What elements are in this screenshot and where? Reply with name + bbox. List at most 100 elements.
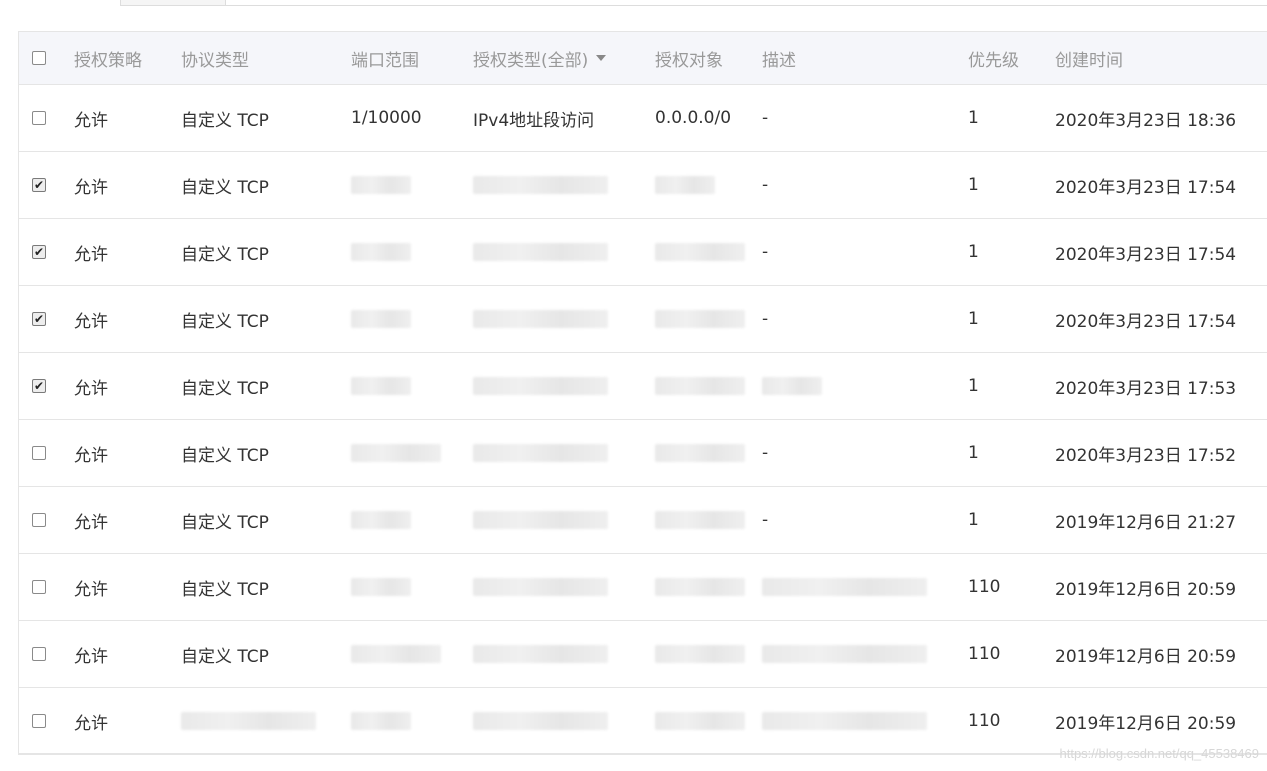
cell-auth-type [473,688,608,754]
cell-priority: 1 [968,443,979,463]
table-row: 允许 自定义 TCP - 1 2020年3月23日 17:52 [19,420,1267,487]
cell-auth-object [655,286,745,352]
header-priority: 优先级 [968,50,1019,71]
redacted-content [655,176,715,194]
redacted-content [473,310,608,328]
redacted-content [351,176,411,194]
tab-inactive[interactable] [121,0,226,6]
cell-auth-object [655,420,745,486]
redacted-content [351,377,411,395]
row-checkbox[interactable] [32,446,46,460]
row-checkbox[interactable] [32,714,46,728]
redacted-content [351,578,411,596]
redacted-content [181,712,316,730]
cell-priority: 1 [968,108,979,128]
caret-down-icon[interactable] [596,55,607,61]
checkmark-icon: ✔ [33,178,45,192]
cell-auth-object [655,353,745,419]
redacted-content [473,511,608,529]
header-auth-type-label: 授权类型(全部) [473,50,589,71]
cell-protocol: 自定义 TCP [181,445,269,466]
cell-auth-type: IPv4地址段访问 [473,110,595,131]
tab-strip [0,0,1267,6]
cell-priority: 110 [968,711,1001,731]
table-row: 允许 自定义 TCP 1/10000 IPv4地址段访问 0.0.0.0/0 - 1 2020… [19,85,1267,152]
cell-created-time: 2020年3月23日 17:52 [1055,445,1237,466]
header-auth-type-filter[interactable]: 授权类型(全部) [473,32,607,84]
header-auth-object: 授权对象 [655,50,723,71]
row-select-cell: ✔ [32,219,46,285]
cell-description [762,554,927,620]
cell-created-time: 2019年12月6日 21:27 [1055,512,1237,533]
cell-description [762,621,927,687]
cell-protocol: 自定义 TCP [181,244,269,265]
cell-protocol: 自定义 TCP [181,512,269,533]
row-checkbox[interactable] [32,580,46,594]
table-row: ✔ 允许 自定义 TCP - 1 2020年3月23日 17:54 [19,152,1267,219]
redacted-content [473,645,608,663]
row-checkbox[interactable]: ✔ [32,245,46,259]
tab-active[interactable] [18,0,121,6]
cell-created-time: 2020年3月23日 17:53 [1055,378,1237,399]
cell-created-time: 2020年3月23日 17:54 [1055,177,1237,198]
cell-auth-object [655,554,745,620]
cell-auth-object [655,152,715,218]
redacted-content [655,310,745,328]
cell-description: - [762,443,769,463]
table-row: 允许 自定义 TCP 110 2019年12月6日 20:59 [19,554,1267,621]
table-row: ✔ 允许 自定义 TCP 1 2020年3月23日 17:53 [19,353,1267,420]
redacted-content [655,377,745,395]
redacted-content [473,578,608,596]
cell-policy: 允许 [74,311,108,332]
row-select-cell [32,688,46,754]
cell-auth-object [655,219,745,285]
cell-port-range [351,152,411,218]
cell-protocol: 自定义 TCP [181,646,269,667]
table-row: ✔ 允许 自定义 TCP - 1 2020年3月23日 17:54 [19,286,1267,353]
cell-created-time: 2020年3月23日 17:54 [1055,244,1237,265]
cell-auth-type [473,152,608,218]
cell-created-time: 2019年12月6日 20:59 [1055,646,1237,667]
header-protocol: 协议类型 [181,50,249,71]
cell-description: - [762,510,769,530]
tab-divider [226,5,1267,6]
row-checkbox[interactable]: ✔ [32,379,46,393]
cell-port-range [351,286,411,352]
header-port-range: 端口范围 [351,50,419,71]
cell-description [762,353,822,419]
cell-created-time: 2019年12月6日 20:59 [1055,713,1237,734]
row-select-cell [32,420,46,486]
redacted-content [351,712,411,730]
cell-protocol: 自定义 TCP [181,378,269,399]
row-checkbox[interactable] [32,513,46,527]
redacted-content [762,377,822,395]
cell-policy: 允许 [74,713,108,734]
cell-policy: 允许 [74,244,108,265]
cell-protocol: 自定义 TCP [181,311,269,332]
row-checkbox[interactable]: ✔ [32,312,46,326]
redacted-content [351,444,441,462]
cell-priority: 1 [968,309,979,329]
security-rules-table: 授权策略 协议类型 端口范围 授权类型(全部) 授权对象 描述 优先级 创建时间… [18,31,1267,755]
redacted-content [351,511,411,529]
cell-priority: 110 [968,577,1001,597]
select-all-checkbox[interactable] [32,51,46,65]
cell-auth-type [473,286,608,352]
cell-priority: 1 [968,376,979,396]
checkmark-icon: ✔ [33,312,45,326]
cell-policy: 允许 [74,646,108,667]
cell-protocol: 自定义 TCP [181,579,269,600]
redacted-content [655,511,745,529]
redacted-content [473,176,608,194]
cell-port-range [351,219,411,285]
redacted-content [655,645,745,663]
row-checkbox[interactable]: ✔ [32,178,46,192]
cell-priority: 1 [968,510,979,530]
row-checkbox[interactable] [32,647,46,661]
cell-policy: 允许 [74,378,108,399]
cell-protocol: 自定义 TCP [181,110,269,131]
table-header: 授权策略 协议类型 端口范围 授权类型(全部) 授权对象 描述 优先级 创建时间 [19,31,1267,85]
cell-protocol [181,688,316,754]
row-checkbox[interactable] [32,111,46,125]
cell-description [762,688,927,754]
